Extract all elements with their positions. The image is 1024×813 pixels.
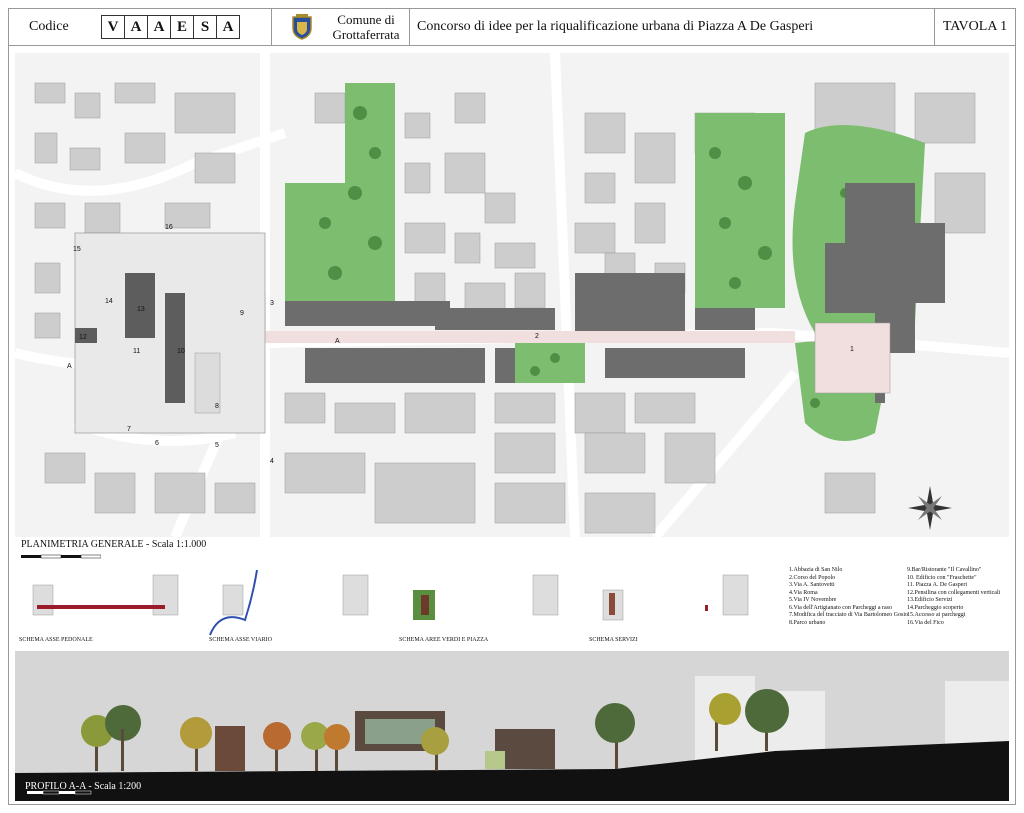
drawing-sheet: Codice V A A E S A Comune di Grottaferra… [8,8,1016,805]
plan-label: 8 [215,403,219,410]
code-boxes: V A A E S A [101,9,240,45]
legend-item: 4.Via Roma [789,589,818,596]
legend-item: 16.Via del Fico [907,619,944,626]
plan-label: 14 [105,298,113,305]
competition-title: Concorso di idee per la riqualificazione… [417,19,814,34]
plan-label: 5 [215,442,219,449]
sheet-number: TAVOLA 1 [934,9,1015,45]
plan-label: 1 [850,346,854,353]
plan-label: 10 [177,348,185,355]
legend-item: 6.Via dell'Artigianato con Parcheggi a r… [789,604,893,611]
legend-right: 9.Bar/Ristorante "Il Cavallino" 10. Edif… [907,567,1000,627]
comune-line1: Comune di [337,12,395,27]
schema-label: SCHEMA SERVIZI [589,637,638,643]
piazza-project [74,232,266,434]
legend-item: 2.Corso del Popolo [789,574,836,581]
abbey-plaza [814,322,891,394]
schema-label: SCHEMA ASSE VIARIO [209,637,272,643]
code-letter: E [170,15,194,39]
plan-label: 16 [165,224,173,231]
code-letter: A [216,15,240,39]
title-block: Codice V A A E S A Comune di Grottaferra… [9,9,1015,46]
plan-label: A [67,363,72,370]
legend-item: 7.Modifica del tracciato di Via Bartolom… [789,612,908,618]
plan-label: 11 [133,348,140,355]
plan-label: 15 [73,246,81,253]
plan-title: PLANIMETRIA GENERALE - Scala 1:1.000 [21,539,207,550]
code-letter: V [101,15,125,39]
schema-label: SCHEMA AREE VERDI E PIAZZA [399,637,489,643]
code-letter: A [124,15,148,39]
codice-label: Codice [29,19,69,34]
legend-item: 10. Edificio con "Fraschette" [907,574,977,581]
schema-label: SCHEMA ASSE PEDONALE [19,637,93,643]
comune-crest-icon [292,14,312,40]
schema-green [413,574,559,620]
plan-label: 9 [240,310,244,317]
legend-item: 11. Piazza A. De Gasperi [907,582,968,588]
legend-item: 8.Parco urbano [789,619,826,626]
plan-label: 4 [270,458,274,465]
legend-item: 9.Bar/Ristorante "Il Cavallino" [907,567,982,573]
comune-line2: Grottaferrata [332,27,400,42]
plan-label: 13 [137,306,145,313]
legend-item: 15.Accesso ai parcheggi [907,612,966,618]
code-letter: A [147,15,171,39]
legend-item: 14.Parcheggio scoperto [907,604,964,611]
section-profile [15,651,1009,801]
schema-services [602,574,749,621]
legend-item: 1.Abbazia di San Nilo [789,567,843,573]
section-title: PROFILO A-A - Scala 1:200 [25,781,142,792]
legend-item: 5.Via IV Novembre [789,597,837,603]
schema-pedestrian [32,574,179,616]
legend-left: 1.Abbazia di San Nilo 2.Corso del Popolo… [789,567,908,627]
plan-label: 6 [155,440,159,447]
plan-label: 2 [535,333,539,340]
plan-label: 7 [127,426,131,433]
plan-label: A [335,338,340,345]
comune-name: Comune di Grottaferrata [325,9,407,45]
plan-label: 12 [79,334,87,341]
plan-label: 3 [270,300,274,307]
schema-road [209,569,369,636]
corso-del-popolo [265,331,795,343]
scale-bar [21,554,101,559]
legend-item: 12.Pensilina con collegamenti verticali [907,589,1001,596]
legend-item: 13.Edificio Servizi [907,597,953,603]
code-letter: S [193,15,217,39]
legend-item: 3.Via A. Santovetti [789,582,835,588]
master-plan: 1 2 3 4 5 6 7 8 9 10 11 12 13 14 15 16 A… [15,53,1009,537]
